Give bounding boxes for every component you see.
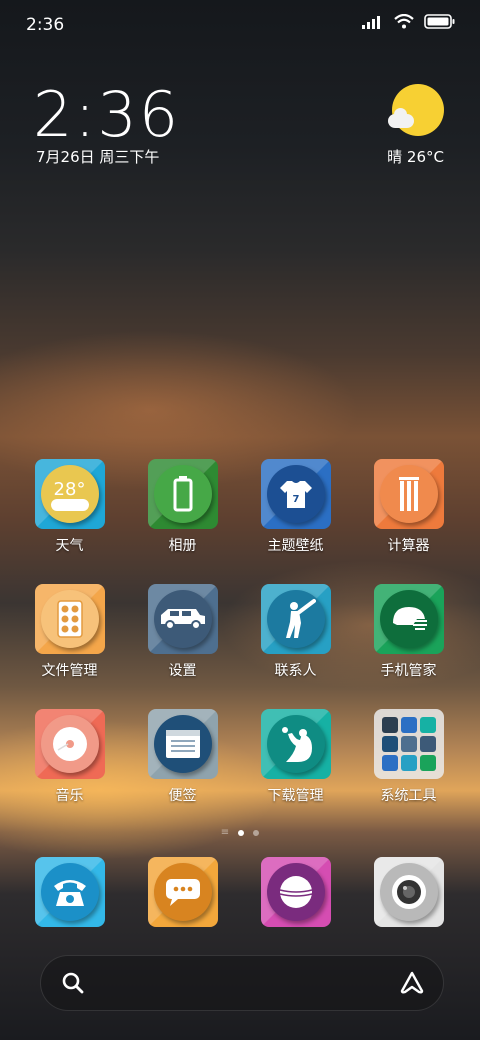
notes-icon[interactable] xyxy=(147,709,218,779)
status-time: 2:36 xyxy=(26,15,65,35)
contacts-label: 联系人 xyxy=(274,663,317,679)
dock-app-messages[interactable] xyxy=(126,857,239,927)
themes-label: 主题壁纸 xyxy=(267,538,324,554)
page-dot-active[interactable] xyxy=(238,830,245,836)
music-label: 音乐 xyxy=(55,788,84,804)
app-security[interactable]: 手机管家 xyxy=(352,584,465,680)
app-weather[interactable]: 28° 天气 xyxy=(13,459,126,555)
files-label: 文件管理 xyxy=(41,663,98,679)
camera-icon[interactable] xyxy=(373,857,444,927)
app-tools[interactable]: 系统工具 xyxy=(352,709,465,805)
security-label: 手机管家 xyxy=(380,663,437,679)
wifi-icon xyxy=(394,14,414,29)
weather-icon[interactable]: 28° xyxy=(34,459,105,529)
clock-time[interactable]: 2:36 xyxy=(33,78,180,151)
page-indicator: ≡ xyxy=(0,828,480,838)
contacts-icon[interactable] xyxy=(260,584,331,654)
weather-text: 晴 26°C xyxy=(387,148,444,166)
status-bar: 2:36 xyxy=(0,0,480,50)
dock-app-camera[interactable] xyxy=(352,857,465,927)
app-downloads[interactable]: 下载管理 xyxy=(239,709,352,805)
messages-icon[interactable] xyxy=(147,857,218,927)
page-dot[interactable] xyxy=(253,830,260,836)
assistant-icon[interactable] xyxy=(399,970,425,996)
notes-label: 便签 xyxy=(168,788,197,804)
calculator-icon[interactable] xyxy=(373,459,444,529)
dock-app-phone[interactable] xyxy=(13,857,126,927)
clock-date: 7月26日 周三下午 xyxy=(36,148,160,166)
security-icon[interactable] xyxy=(373,584,444,654)
search-icon[interactable] xyxy=(61,971,85,995)
app-themes[interactable]: 7 主题壁纸 xyxy=(239,459,352,555)
tools-icon[interactable] xyxy=(373,709,444,779)
downloads-icon[interactable] xyxy=(260,709,331,779)
battery-icon xyxy=(424,14,455,29)
app-settings[interactable]: 设置 xyxy=(126,584,239,680)
menu-dots-icon[interactable]: ≡ xyxy=(221,828,229,838)
tools-label: 系统工具 xyxy=(380,788,437,804)
calculator-label: 计算器 xyxy=(387,538,430,554)
downloads-label: 下载管理 xyxy=(267,788,324,804)
app-notes[interactable]: 便签 xyxy=(126,709,239,805)
app-contacts[interactable]: 联系人 xyxy=(239,584,352,680)
files-icon[interactable] xyxy=(34,584,105,654)
signal-icon xyxy=(362,15,380,29)
music-icon[interactable] xyxy=(34,709,105,779)
settings-icon[interactable] xyxy=(147,584,218,654)
themes-icon[interactable]: 7 xyxy=(260,459,331,529)
dock-app-browser[interactable] xyxy=(239,857,352,927)
gallery-icon[interactable] xyxy=(147,459,218,529)
gallery-label: 相册 xyxy=(168,538,197,554)
app-gallery[interactable]: 相册 xyxy=(126,459,239,555)
search-bar[interactable] xyxy=(40,955,444,1011)
app-calculator[interactable]: 计算器 xyxy=(352,459,465,555)
weather-label: 天气 xyxy=(55,538,84,554)
settings-label: 设置 xyxy=(168,663,197,679)
weather-cloud-icon xyxy=(388,108,414,128)
svg-text:7: 7 xyxy=(292,494,299,505)
app-music[interactable]: 音乐 xyxy=(13,709,126,805)
app-files[interactable]: 文件管理 xyxy=(13,584,126,680)
phone-icon[interactable] xyxy=(34,857,105,927)
browser-icon[interactable] xyxy=(260,857,331,927)
